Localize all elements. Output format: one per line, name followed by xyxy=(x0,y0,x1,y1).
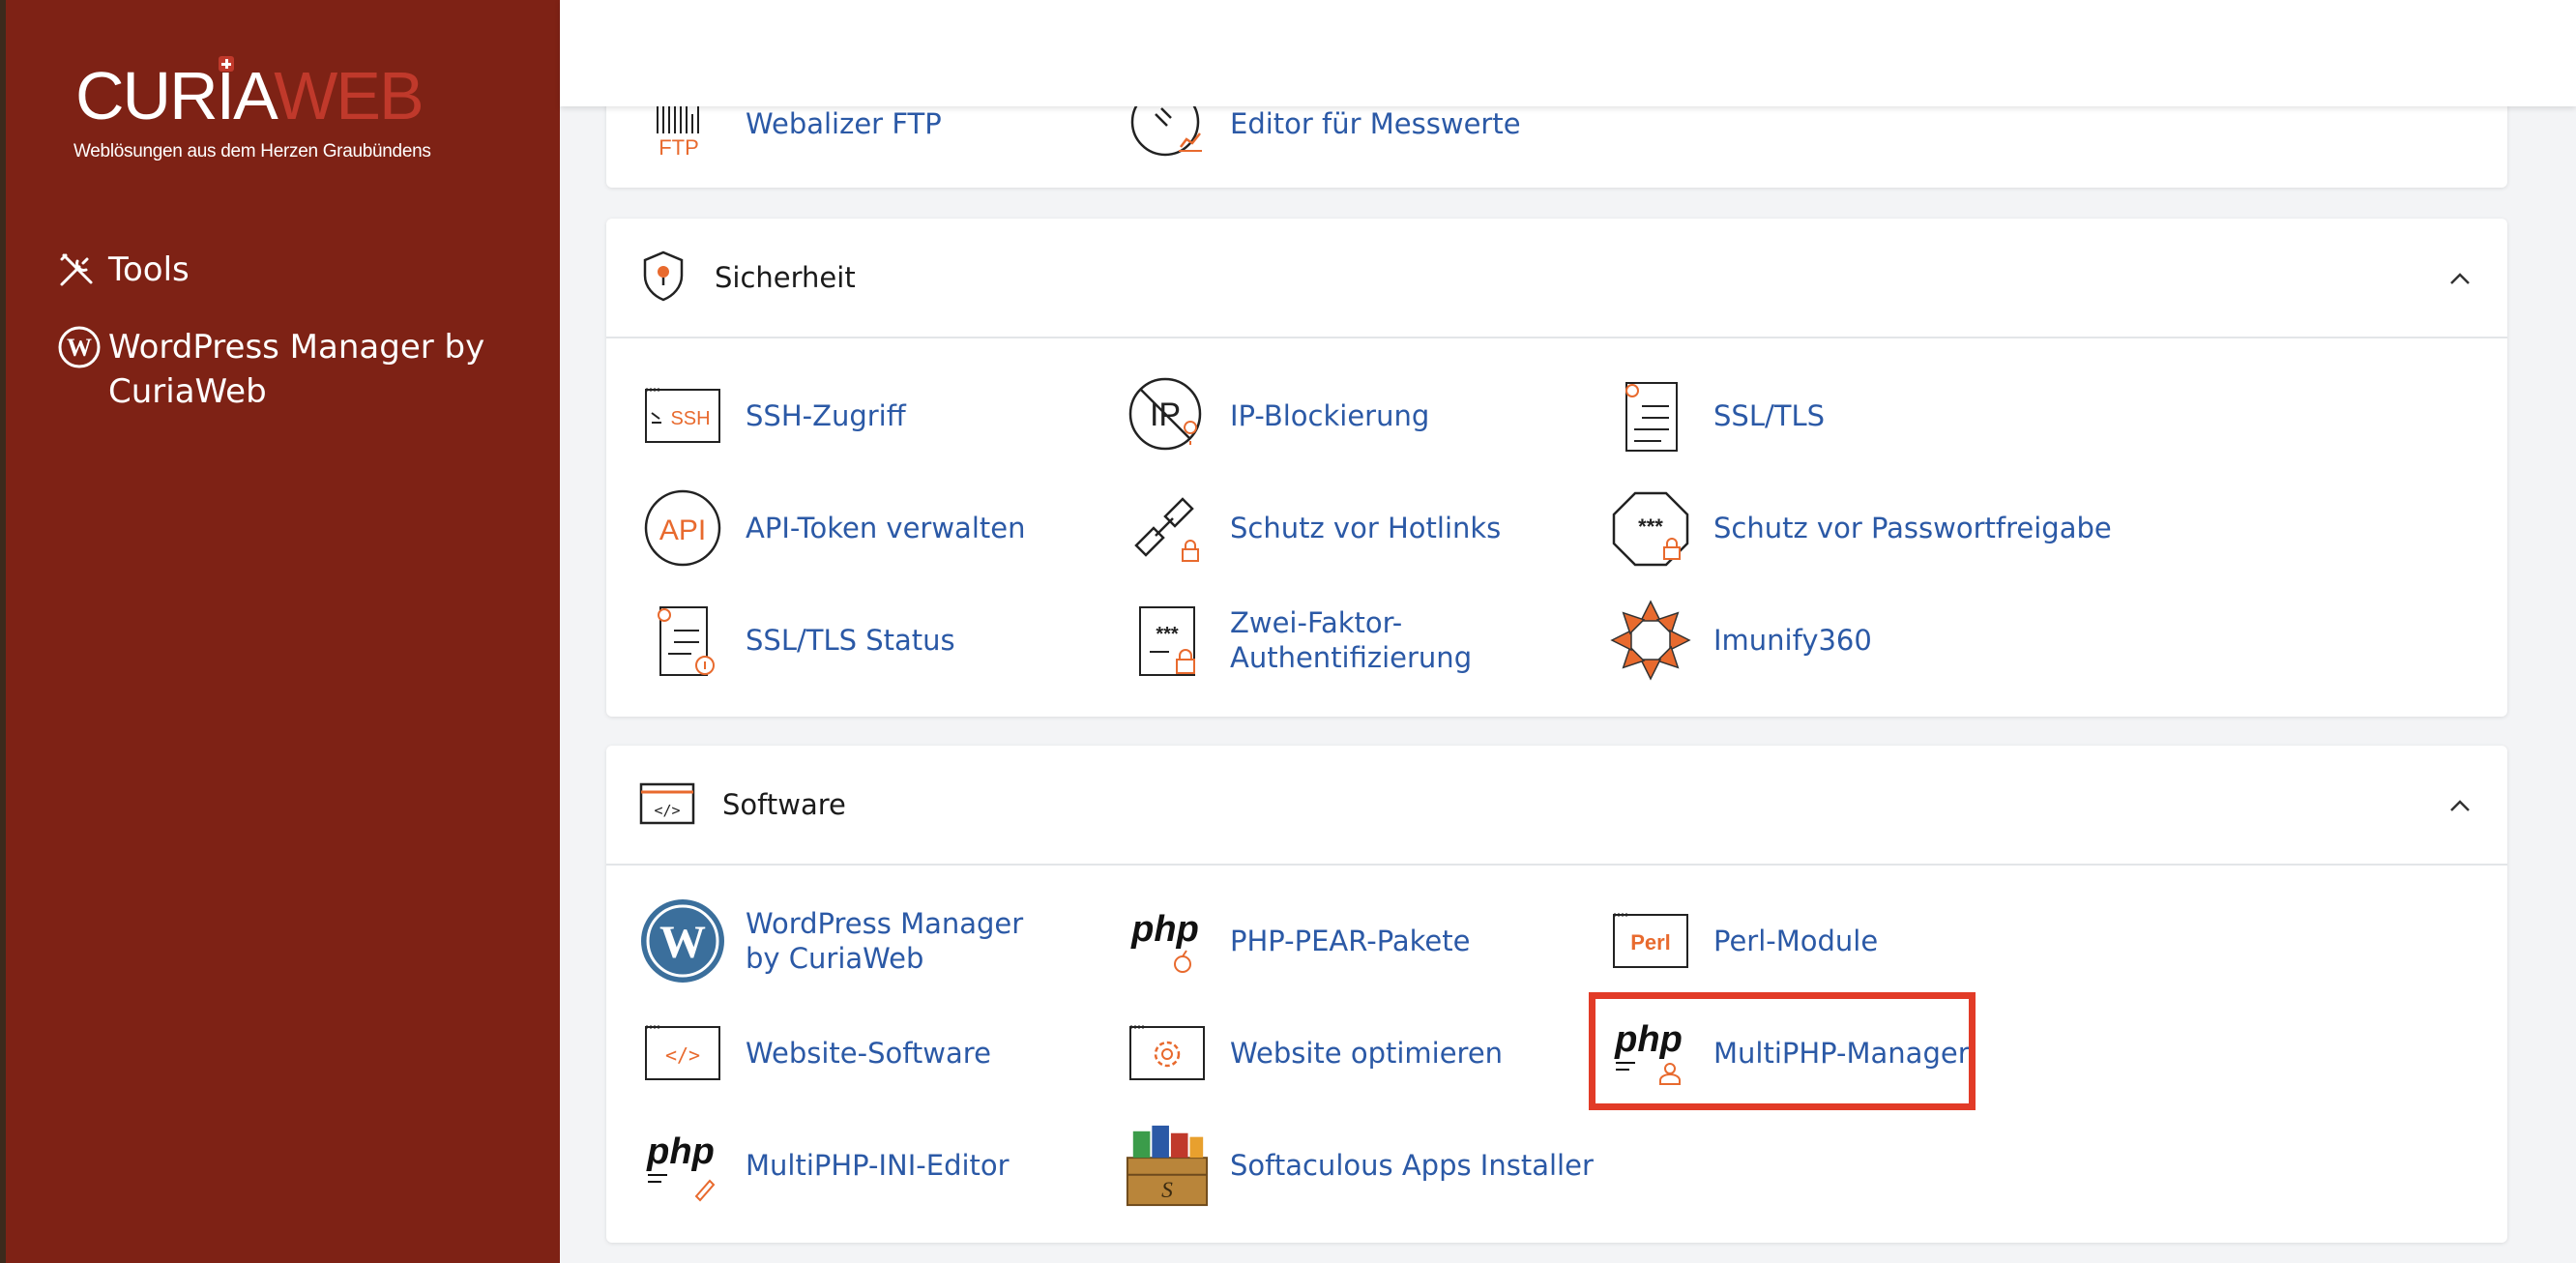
item-label: Perl-Module xyxy=(1713,925,1879,957)
svg-text:</>: </> xyxy=(654,802,680,819)
hotlink-icon xyxy=(1124,485,1211,572)
item-label: SSL/TLS Status xyxy=(746,624,955,657)
item-two-factor-auth[interactable]: *** Zwei-Faktor-Authentifizierung xyxy=(1124,592,1473,689)
tools-icon xyxy=(58,248,108,292)
item-php-pear[interactable]: php PHP-PEAR-Pakete xyxy=(1124,893,1470,989)
svg-text:php: php xyxy=(1130,909,1199,950)
php-pear-icon: php xyxy=(1124,897,1211,984)
svg-text:IP: IP xyxy=(1150,397,1181,433)
item-website-software[interactable]: </> Website-Software xyxy=(639,1005,991,1101)
perl-icon: Perl xyxy=(1607,897,1694,984)
sidebar-item-label: Tools xyxy=(108,250,190,289)
item-label: IP-Blockierung xyxy=(1230,399,1430,432)
sidebar: CURIAWEB Weblösungen aus dem Herzen Grau… xyxy=(0,0,560,1263)
imunify-icon xyxy=(1607,597,1694,684)
softaculous-icon: S xyxy=(1124,1122,1211,1209)
item-multiphp-ini-editor[interactable]: php MultiPHP-INI-Editor xyxy=(639,1117,1010,1214)
panel-title: Software xyxy=(722,788,846,821)
chevron-up-icon[interactable] xyxy=(2447,794,2473,819)
item-label: Schutz vor Passwortfreigabe xyxy=(1713,512,2112,544)
item-label: Webalizer FTP xyxy=(746,107,942,140)
swiss-cross-icon xyxy=(219,56,234,72)
svg-text:API: API xyxy=(659,514,706,546)
shield-icon xyxy=(639,249,688,308)
panel-security: Sicherheit SSH SSH-Zugriff IP IP-Blockie… xyxy=(606,219,2507,717)
item-label: PHP-PEAR-Pakete xyxy=(1230,925,1471,957)
item-label: Website-Software xyxy=(746,1037,991,1070)
main-content: FTP Webalizer FTP Editor für Messwerte S… xyxy=(560,0,2576,1263)
item-label: WordPress Manager by CuriaWeb xyxy=(746,907,1024,975)
svg-text:W: W xyxy=(659,917,706,968)
svg-text:***: *** xyxy=(1638,514,1663,539)
item-label: Schutz vor Hotlinks xyxy=(1230,512,1502,544)
optimize-icon xyxy=(1124,1010,1211,1097)
item-label: Editor für Messwerte xyxy=(1230,107,1521,140)
chevron-up-icon[interactable] xyxy=(2447,267,2473,292)
svg-text:W: W xyxy=(67,334,92,362)
logo-tagline: Weblösungen aus dem Herzen Graubündens xyxy=(73,141,431,162)
item-perl-modules[interactable]: Perl Perl-Module xyxy=(1607,893,1878,989)
curiaweb-logo[interactable]: CURIAWEB Weblösungen aus dem Herzen Grau… xyxy=(72,56,439,168)
item-label: Website optimieren xyxy=(1230,1037,1504,1070)
item-api-tokens[interactable]: API API-Token verwalten xyxy=(639,480,1025,576)
ssl-status-icon xyxy=(639,597,726,684)
item-label: SSH-Zugriff xyxy=(746,399,906,432)
item-softaculous[interactable]: S Softaculous Apps Installer xyxy=(1124,1117,1594,1214)
item-label: Zwei-Faktor-Authentifizierung xyxy=(1230,606,1473,674)
password-protect-icon: *** xyxy=(1607,485,1694,572)
item-hotlink-protection[interactable]: Schutz vor Hotlinks xyxy=(1124,480,1501,576)
ip-block-icon: IP xyxy=(1124,372,1211,459)
item-label: MultiPHP-INI-Editor xyxy=(746,1149,1010,1182)
panel-title: Sicherheit xyxy=(715,261,856,294)
item-ssl-tls-status[interactable]: SSL/TLS Status xyxy=(639,592,955,689)
logo-wordmark: CURIAWEB xyxy=(75,58,424,133)
panel-software: </> Software W WordPress Manager by Curi… xyxy=(606,746,2507,1243)
svg-text:php: php xyxy=(646,1131,715,1172)
item-label: API-Token verwalten xyxy=(746,512,1026,544)
ssh-icon: SSH xyxy=(639,372,726,459)
item-optimize-website[interactable]: Website optimieren xyxy=(1124,1005,1503,1101)
svg-text:FTP: FTP xyxy=(659,135,699,160)
sidebar-item-tools[interactable]: Tools xyxy=(58,248,190,292)
item-label: Imunify360 xyxy=(1713,624,1872,657)
item-password-protection[interactable]: *** Schutz vor Passwortfreigabe xyxy=(1607,480,2112,576)
code-window-icon: </> xyxy=(639,1010,726,1097)
svg-text:Perl: Perl xyxy=(1630,930,1671,955)
highlight-box xyxy=(1589,992,1976,1110)
item-ssh-access[interactable]: SSH SSH-Zugriff xyxy=(639,367,906,464)
svg-text:S: S xyxy=(1161,1178,1173,1203)
api-icon: API xyxy=(639,485,726,572)
item-label: SSL/TLS xyxy=(1713,399,1826,432)
item-imunify360[interactable]: Imunify360 xyxy=(1607,592,1872,689)
ssl-certificate-icon xyxy=(1607,372,1694,459)
panel-header-software[interactable]: </> Software xyxy=(606,746,2507,866)
top-bar xyxy=(560,0,2576,106)
item-label: Softaculous Apps Installer xyxy=(1230,1149,1594,1182)
two-factor-icon: *** xyxy=(1124,597,1211,684)
item-ip-blocking[interactable]: IP IP-Blockierung xyxy=(1124,367,1429,464)
sidebar-item-label: WordPress Manager by CuriaWeb xyxy=(108,328,485,411)
svg-text:***: *** xyxy=(1156,624,1179,645)
item-wordpress-manager[interactable]: W WordPress Manager by CuriaWeb xyxy=(639,893,1055,989)
sidebar-item-wordpress-manager[interactable]: W WordPress Manager by CuriaWeb xyxy=(58,325,542,414)
panel-header-security[interactable]: Sicherheit xyxy=(606,219,2507,338)
svg-text:SSH: SSH xyxy=(670,408,710,429)
wordpress-icon: W xyxy=(639,897,726,984)
code-window-icon: </> xyxy=(639,780,695,830)
wordpress-icon: W xyxy=(58,325,108,369)
item-ssl-tls[interactable]: SSL/TLS xyxy=(1607,367,1825,464)
php-ini-icon: php xyxy=(639,1122,726,1209)
svg-text:</>: </> xyxy=(665,1043,700,1067)
